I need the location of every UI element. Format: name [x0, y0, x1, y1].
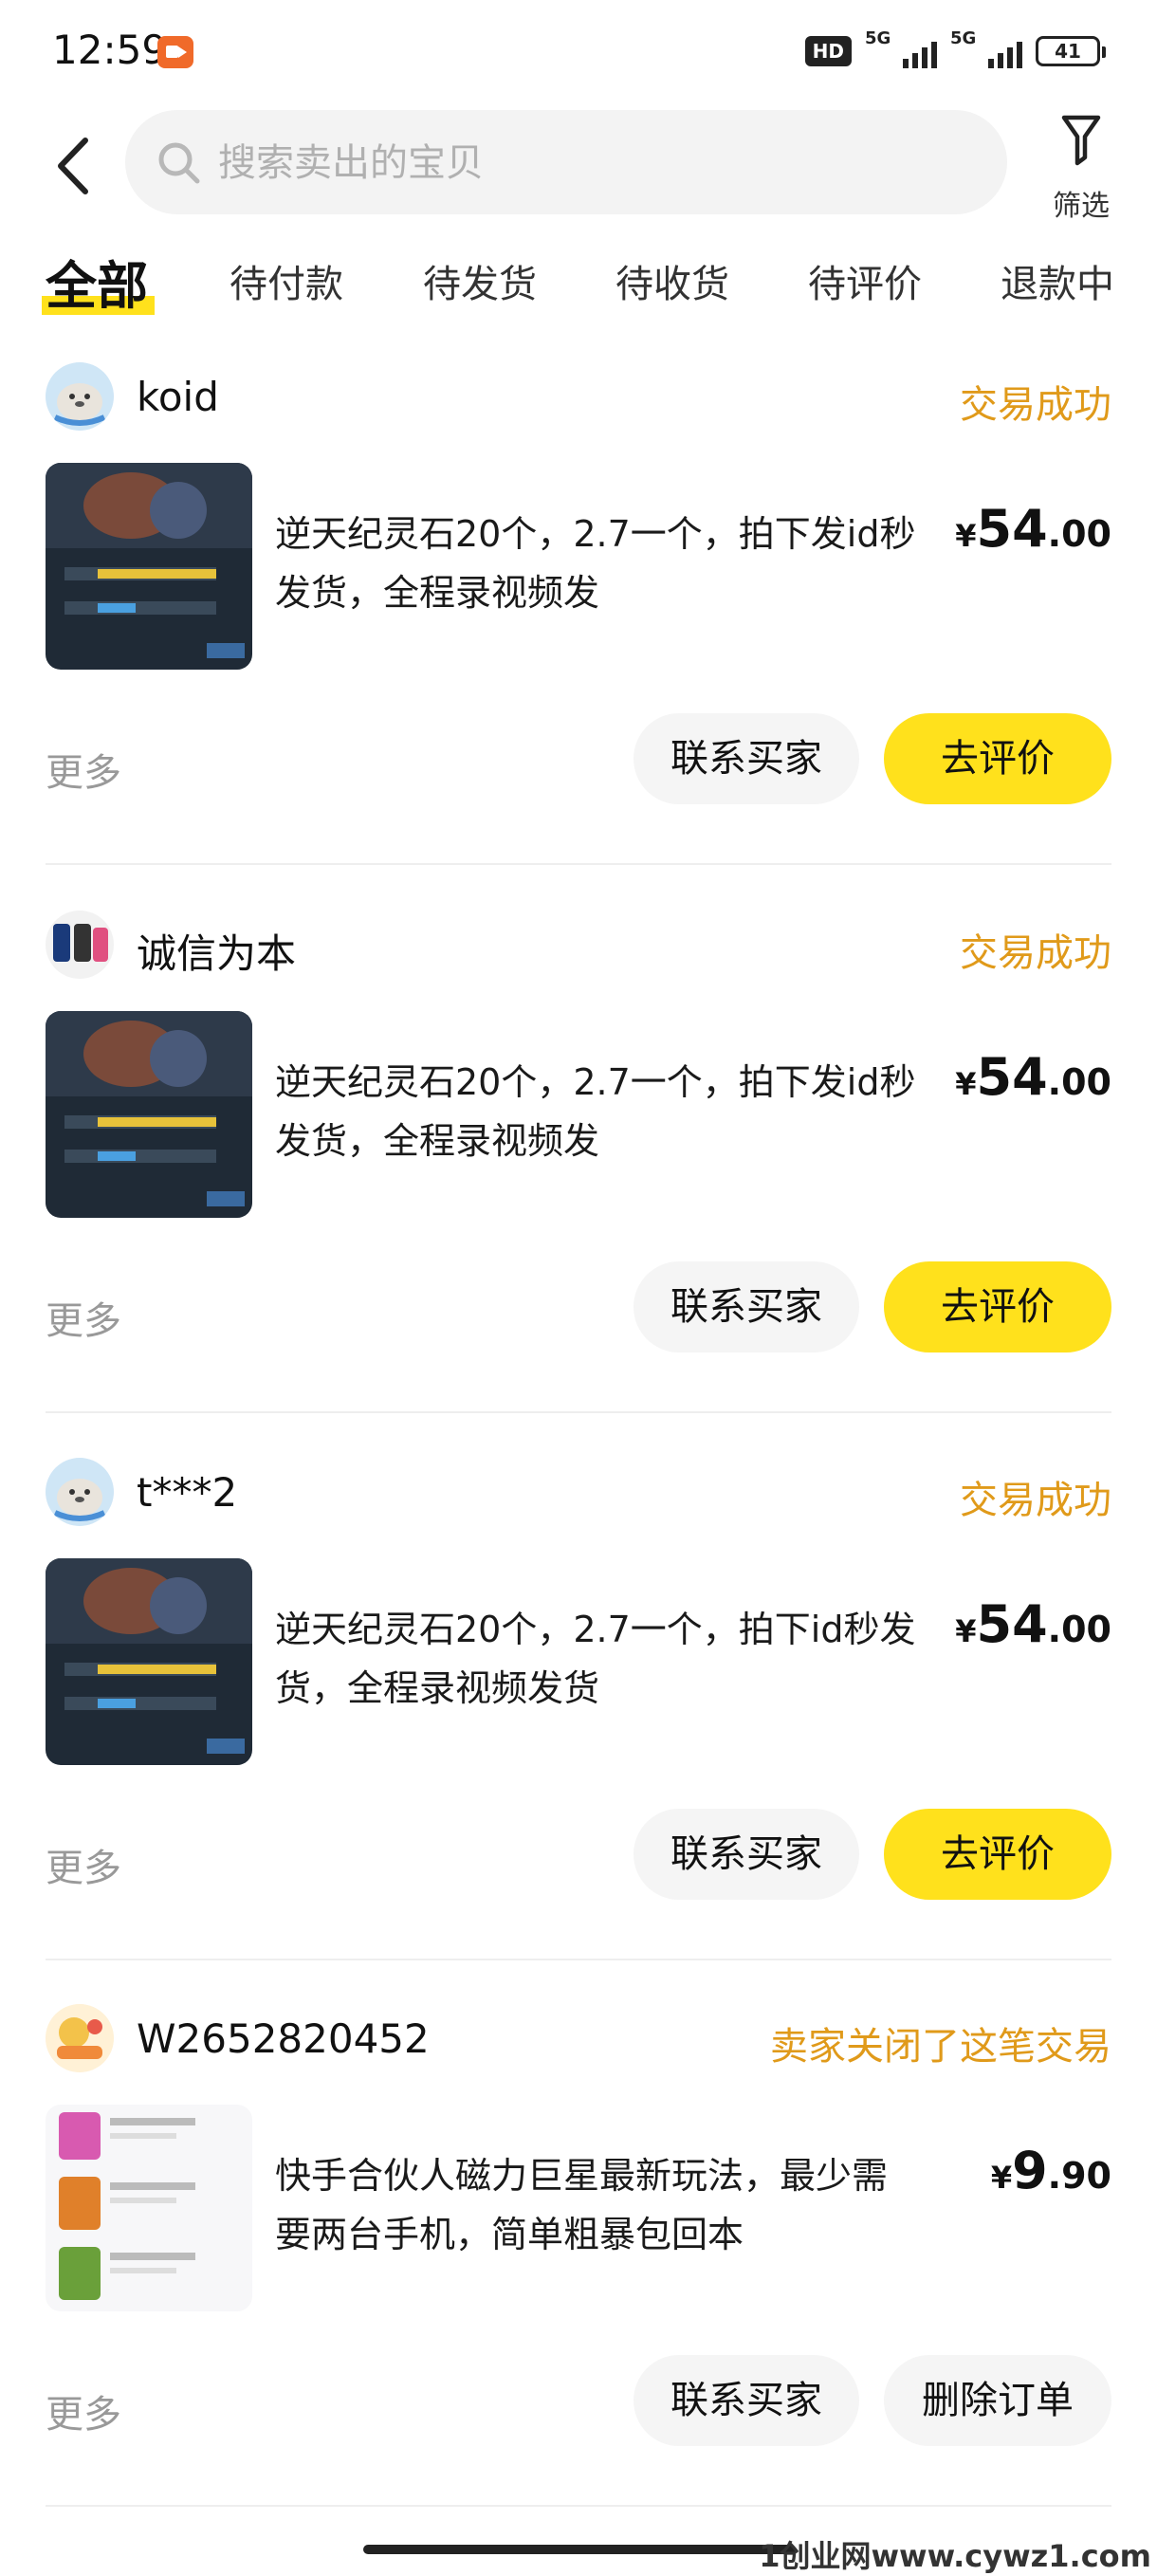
search-input[interactable]	[216, 110, 960, 216]
price: ¥54.00	[955, 1047, 1111, 1107]
divider	[46, 2505, 1111, 2507]
tab-pending-review[interactable]: 待评价	[808, 253, 922, 308]
screen-record-icon	[157, 36, 193, 68]
signal-5g-icon-2: 5G	[950, 28, 1022, 70]
tab-label: 退款中	[1001, 263, 1114, 306]
price-currency: ¥	[955, 1066, 977, 1102]
tab-label: 待评价	[808, 263, 922, 306]
price: ¥54.00	[955, 1594, 1111, 1654]
price-integer: 54	[976, 1047, 1048, 1107]
network-type-label-2: 5G	[950, 28, 977, 48]
divider	[46, 1411, 1111, 1413]
order-status: 交易成功	[960, 931, 1111, 975]
tab-label: 待付款	[230, 263, 343, 306]
contact-buyer-button[interactable]: 联系买家	[634, 2355, 859, 2446]
order-status: 交易成功	[960, 383, 1111, 427]
price: ¥54.00	[955, 499, 1111, 559]
product-thumbnail[interactable]	[46, 463, 252, 670]
product-thumbnail[interactable]	[46, 1558, 252, 1765]
search-bar[interactable]	[125, 110, 1007, 216]
status-bar: 12:59 HD 5G 5G 41	[0, 0, 1157, 104]
tab-label: 待收货	[615, 263, 729, 306]
price-decimal: .90	[1047, 2155, 1111, 2197]
product-thumbnail[interactable]	[46, 2105, 252, 2311]
network-type-label: 5G	[865, 28, 891, 48]
price-integer: 9	[1012, 2141, 1048, 2200]
order-status: 卖家关闭了这笔交易	[770, 2025, 1111, 2069]
filter-funnel-icon	[1061, 115, 1101, 166]
review-button[interactable]: 去评价	[884, 1261, 1111, 1352]
price-currency: ¥	[955, 518, 977, 554]
battery-icon: 41	[1036, 36, 1106, 66]
buyer-name[interactable]: koid	[137, 374, 219, 420]
product-title[interactable]: 快手合伙人磁力巨星最新玩法，最少需要两台手机，简单粗暴包回本	[275, 2146, 920, 2264]
tab-label: 待发货	[423, 263, 537, 306]
buyer-name[interactable]: t***2	[137, 1469, 237, 1516]
filter-button[interactable]: 筛选	[1043, 112, 1119, 223]
buyer-name[interactable]: 诚信为本	[137, 922, 296, 980]
price: ¥9.90	[991, 2141, 1111, 2200]
avatar[interactable]	[46, 911, 114, 979]
tab-refunding[interactable]: 退款中	[1001, 253, 1114, 308]
price-currency: ¥	[955, 1613, 977, 1649]
price-decimal: .00	[1047, 513, 1111, 555]
tab-pending-payment[interactable]: 待付款	[230, 253, 343, 308]
order-status: 交易成功	[960, 1479, 1111, 1522]
review-button[interactable]: 去评价	[884, 713, 1111, 804]
delete-order-button[interactable]: 删除订单	[884, 2355, 1111, 2446]
search-icon	[158, 142, 200, 184]
product-thumbnail[interactable]	[46, 1011, 252, 1218]
clock: 12:59	[52, 27, 168, 73]
order-card[interactable]: t***2 交易成功 逆天纪灵石20个，2.7一个，拍下id秒发货，全程录视频发…	[46, 1458, 1111, 2006]
chevron-left-icon	[58, 138, 88, 194]
contact-buyer-button[interactable]: 联系买家	[634, 1261, 859, 1352]
divider	[46, 863, 1111, 865]
order-card[interactable]: W2652820452 卖家关闭了这笔交易 快手合伙人磁力巨星最新玩法，最少需要…	[46, 2004, 1111, 2552]
review-button[interactable]: 去评价	[884, 1809, 1111, 1900]
avatar[interactable]	[46, 1458, 114, 1526]
buyer-name[interactable]: W2652820452	[137, 2015, 430, 2062]
price-integer: 54	[976, 499, 1048, 559]
order-tabs: 全部 待付款 待发货 待收货 待评价 退款中	[0, 242, 1157, 327]
product-title[interactable]: 逆天纪灵石20个，2.7一个，拍下发id秒发货，全程录视频发	[275, 1053, 920, 1170]
more-link[interactable]: 更多	[46, 1290, 121, 1345]
home-indicator[interactable]	[363, 2545, 796, 2554]
contact-buyer-button[interactable]: 联系买家	[634, 1809, 859, 1900]
filter-label: 筛选	[1053, 190, 1110, 223]
tab-label: 全部	[46, 256, 148, 316]
order-card[interactable]: 诚信为本 交易成功 逆天纪灵石20个，2.7一个，拍下发id秒发货，全程录视频发…	[46, 911, 1111, 1459]
price-integer: 54	[976, 1594, 1048, 1654]
back-button[interactable]	[47, 133, 104, 199]
contact-buyer-button[interactable]: 联系买家	[634, 713, 859, 804]
signal-5g-icon: 5G	[865, 28, 937, 70]
hd-voice-icon: HD	[804, 36, 852, 66]
tab-pending-receipt[interactable]: 待收货	[615, 253, 729, 308]
more-link[interactable]: 更多	[46, 742, 121, 797]
price-decimal: .00	[1047, 1061, 1111, 1103]
product-title[interactable]: 逆天纪灵石20个，2.7一个，拍下发id秒发货，全程录视频发	[275, 505, 920, 622]
more-link[interactable]: 更多	[46, 2383, 121, 2438]
tab-pending-shipment[interactable]: 待发货	[423, 253, 537, 308]
avatar[interactable]	[46, 2004, 114, 2072]
avatar[interactable]	[46, 362, 114, 431]
price-currency: ¥	[990, 2160, 1013, 2196]
more-link[interactable]: 更多	[46, 1837, 121, 1892]
divider	[46, 1959, 1111, 1960]
tab-all[interactable]: 全部	[42, 244, 155, 319]
header: 筛选	[0, 104, 1157, 228]
price-decimal: .00	[1047, 1609, 1111, 1650]
product-title[interactable]: 逆天纪灵石20个，2.7一个，拍下id秒发货，全程录视频发货	[275, 1600, 920, 1718]
watermark: 1创业网www.cywz1.com	[759, 2538, 1151, 2574]
order-card[interactable]: koid 交易成功 逆天纪灵石20个，2.7一个，拍下发id秒发货，全程录视频发…	[46, 362, 1111, 911]
